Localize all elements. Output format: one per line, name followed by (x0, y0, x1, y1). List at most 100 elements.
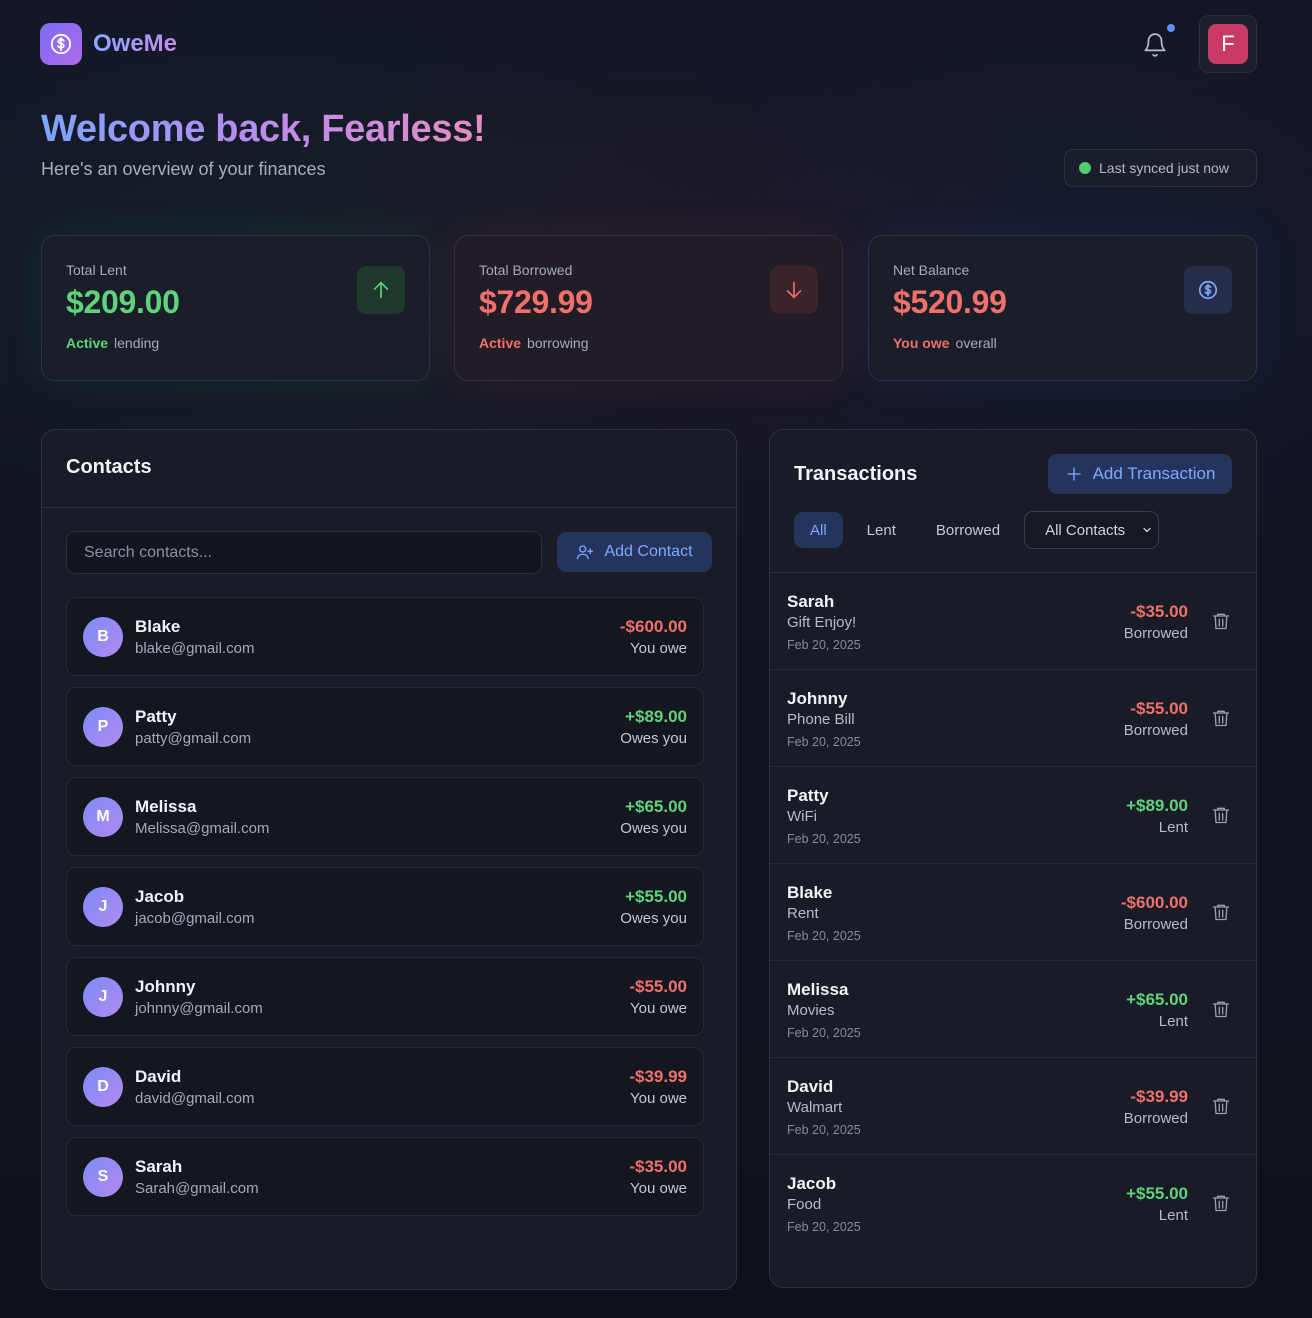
stat-suffix: lending (114, 335, 160, 351)
page-title: Welcome back, Fearless! (41, 108, 486, 150)
transaction-date: Feb 20, 2025 (787, 638, 861, 652)
contact-name: David (135, 1067, 182, 1086)
trash-icon[interactable] (1211, 804, 1231, 826)
notification-bell-icon[interactable] (1142, 32, 1168, 58)
stat-subtext: You owe overall (893, 335, 1232, 351)
welcome-section: Welcome back, Fearless! Here's an overvi… (41, 108, 486, 180)
avatar: F (1208, 24, 1248, 64)
stat-label: Net Balance (893, 262, 970, 278)
stat-value: $729.99 (479, 284, 593, 320)
add-transaction-button[interactable]: Add Transaction (1048, 454, 1232, 494)
transaction-date: Feb 20, 2025 (787, 1220, 861, 1234)
contact-email: johnny@gmail.com (135, 1000, 263, 1017)
contact-avatar: M (83, 797, 123, 837)
app-name: OweMe (93, 30, 178, 57)
transaction-type: Lent (1158, 1207, 1188, 1224)
transaction-amount: +$55.00 (1126, 1184, 1188, 1203)
contact-filter-select[interactable]: All Contacts (1024, 511, 1160, 549)
contact-balance: -$600.00 (619, 617, 687, 636)
contact-row[interactable]: M Melissa Melissa@gmail.com +$65.00 Owes you (66, 777, 704, 856)
contact-balance-status: Owes you (620, 820, 687, 837)
transaction-contact: David (787, 1077, 834, 1096)
trash-icon[interactable] (1211, 1095, 1231, 1117)
transaction-description: WiFi (787, 808, 817, 825)
top-bar: OweMe F (40, 15, 1257, 74)
arrow-down-icon (770, 266, 818, 314)
contact-balance-status: You owe (630, 640, 687, 657)
transaction-row: Blake Rent Feb 20, 2025 -$600.00 Borrowed (770, 864, 1256, 961)
app-logo[interactable]: OweMe (40, 23, 177, 65)
contact-balance-status: You owe (630, 1000, 687, 1017)
contact-row[interactable]: D David david@gmail.com -$39.99 You owe (66, 1047, 704, 1126)
filter-all[interactable]: All (794, 512, 843, 548)
arrow-up-icon (357, 266, 405, 314)
contact-balance: -$39.99 (629, 1067, 687, 1086)
transaction-row: David Walmart Feb 20, 2025 -$39.99 Borrowed (770, 1058, 1256, 1155)
transaction-row: Johnny Phone Bill Feb 20, 2025 -$55.00 Borro… (770, 670, 1256, 767)
trash-icon[interactable] (1211, 998, 1231, 1020)
transaction-type: Lent (1158, 819, 1188, 836)
transaction-date: Feb 20, 2025 (787, 1026, 861, 1040)
transaction-description: Walmart (787, 1099, 843, 1116)
filter-borrowed[interactable]: Borrowed (920, 512, 1016, 548)
contact-email: Sarah@gmail.com (135, 1180, 259, 1197)
contact-balance: -$55.00 (629, 977, 687, 996)
trash-icon[interactable] (1211, 707, 1231, 729)
contact-email: david@gmail.com (135, 1090, 255, 1107)
net-balance-card: Net Balance $520.99 You owe overall (868, 235, 1257, 381)
contact-avatar: B (83, 617, 123, 657)
contact-name: Patty (135, 707, 177, 726)
contact-row[interactable]: S Sarah Sarah@gmail.com -$35.00 You owe (66, 1137, 704, 1216)
page-subtitle: Here's an overview of your finances (41, 159, 326, 179)
transaction-description: Movies (787, 1002, 835, 1019)
transaction-type: Borrowed (1123, 722, 1188, 739)
search-input[interactable]: Search contacts... (66, 531, 542, 574)
transaction-contact: Patty (787, 786, 829, 805)
transactions-title: Transactions (794, 463, 918, 485)
contact-name: Jacob (135, 887, 185, 906)
contact-balance-status: You owe (630, 1090, 687, 1107)
contact-row[interactable]: J Johnny johnny@gmail.com -$55.00 You owe (66, 957, 704, 1036)
transaction-type: Borrowed (1123, 916, 1188, 933)
transaction-filters: All Lent Borrowed All Contacts (794, 511, 1160, 549)
contact-row[interactable]: J Jacob jacob@gmail.com +$55.00 Owes you (66, 867, 704, 946)
contact-name: Sarah (135, 1157, 183, 1176)
trash-icon[interactable] (1211, 901, 1231, 923)
transaction-date: Feb 20, 2025 (787, 735, 861, 749)
transaction-amount: +$89.00 (1126, 796, 1188, 815)
transaction-list: Sarah Gift Enjoy! Feb 20, 2025 -$35.00 Borro… (770, 573, 1256, 1252)
add-transaction-label: Add Transaction (1092, 464, 1216, 483)
stat-suffix: overall (955, 335, 997, 351)
notification-dot (1167, 24, 1175, 32)
user-menu-button[interactable]: F (1199, 15, 1257, 73)
contact-row[interactable]: P Patty patty@gmail.com +$89.00 Owes you (66, 687, 704, 766)
transaction-description: Food (787, 1196, 822, 1213)
transaction-description: Rent (787, 905, 819, 922)
transaction-amount: -$39.99 (1130, 1087, 1188, 1106)
contact-email: blake@gmail.com (135, 640, 255, 657)
stat-subtext: Active lending (66, 335, 405, 351)
add-contact-button[interactable]: Add Contact (557, 532, 712, 572)
transaction-description: Phone Bill (787, 711, 855, 728)
transaction-row: Patty WiFi Feb 20, 2025 +$89.00 Lent (770, 767, 1256, 864)
contact-balance: -$35.00 (629, 1157, 687, 1176)
contacts-panel: Contacts Search contacts... Add Contact … (41, 429, 737, 1290)
transaction-contact: Jacob (787, 1174, 837, 1193)
total-borrowed-card: Total Borrowed $729.99 Active borrowing (454, 235, 843, 381)
transactions-header: Transactions Add Transaction All Lent Bo… (770, 430, 1256, 573)
stat-value: $520.99 (893, 284, 1007, 320)
contact-balance-status: You owe (630, 1180, 687, 1197)
contact-email: jacob@gmail.com (135, 910, 255, 927)
dollar-circle-icon (1184, 266, 1232, 314)
transaction-contact: Sarah (787, 592, 835, 611)
contact-row[interactable]: B Blake blake@gmail.com -$600.00 You owe (66, 597, 704, 676)
trash-icon[interactable] (1211, 610, 1231, 632)
filter-lent[interactable]: Lent (851, 512, 912, 548)
trash-icon[interactable] (1211, 1192, 1231, 1214)
plus-icon (1066, 467, 1081, 481)
stat-suffix: borrowing (527, 335, 589, 351)
contact-filter-value: All Contacts (1045, 521, 1126, 539)
sync-indicator-icon (1079, 162, 1091, 174)
contact-email: Melissa@gmail.com (135, 820, 270, 837)
stat-subtext: Active borrowing (479, 335, 818, 351)
